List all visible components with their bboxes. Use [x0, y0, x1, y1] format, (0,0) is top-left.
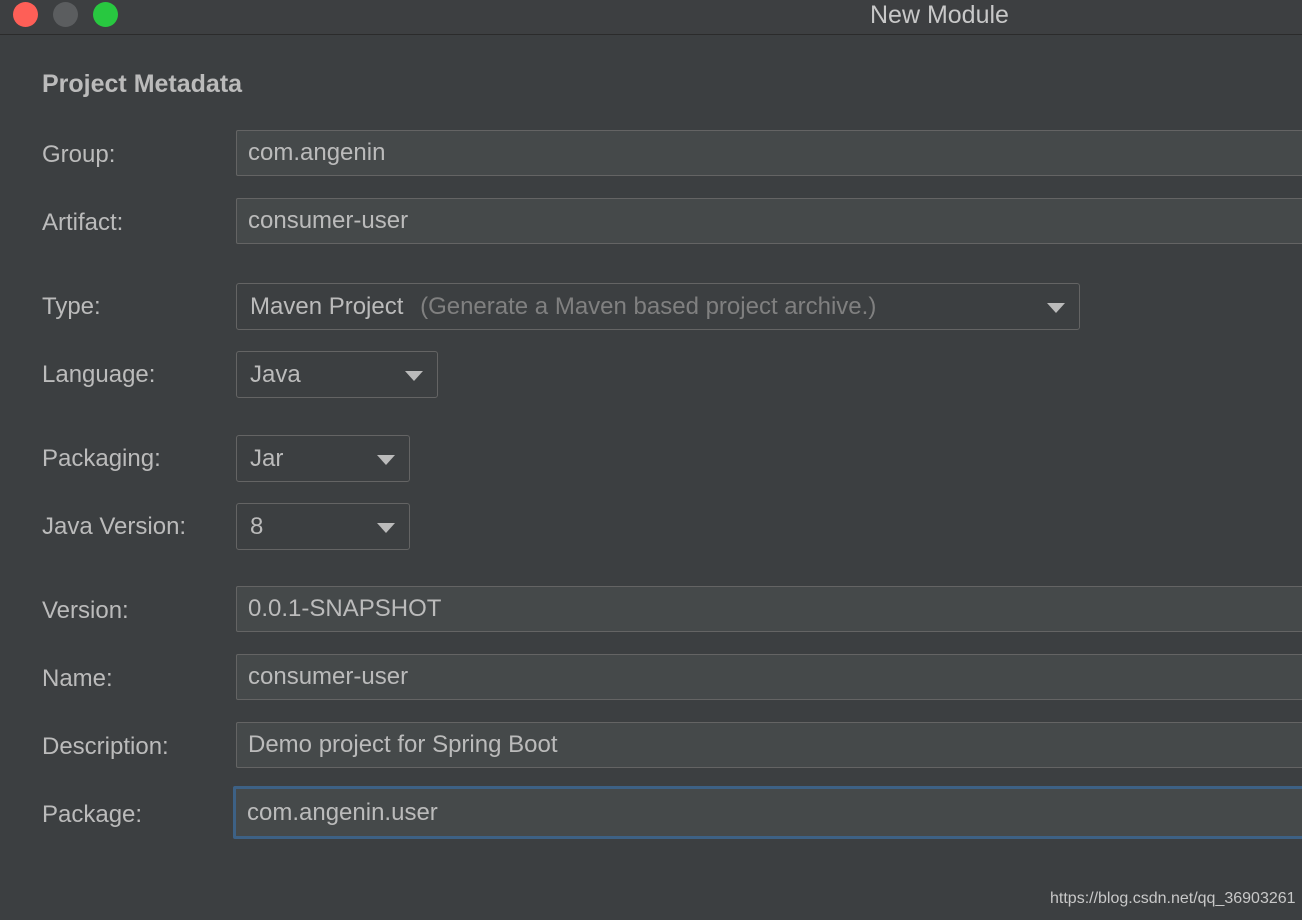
- chevron-down-icon: [377, 455, 395, 465]
- title-bar: New Module: [0, 0, 1302, 35]
- artifact-label: Artifact:: [42, 209, 124, 236]
- type-label: Type:: [42, 293, 101, 320]
- description-input[interactable]: [236, 722, 1302, 768]
- close-window-icon[interactable]: [13, 2, 38, 27]
- section-title: Project Metadata: [42, 70, 243, 98]
- new-module-dialog: New Module Project Metadata Group: Artif…: [0, 0, 1302, 920]
- type-dropdown-value: Maven Project: [250, 293, 404, 320]
- package-label: Package:: [42, 801, 143, 828]
- java-version-dropdown[interactable]: 8: [236, 503, 410, 550]
- minimize-window-icon[interactable]: [53, 2, 78, 27]
- version-label: Version:: [42, 597, 129, 624]
- language-dropdown[interactable]: Java: [236, 351, 438, 398]
- version-input[interactable]: [236, 586, 1302, 632]
- chevron-down-icon: [405, 371, 423, 381]
- java-version-label: Java Version:: [42, 513, 187, 540]
- chevron-down-icon: [377, 523, 395, 533]
- window-title: New Module: [870, 1, 1009, 29]
- group-input[interactable]: [236, 130, 1302, 176]
- language-label: Language:: [42, 361, 156, 388]
- watermark: https://blog.csdn.net/qq_36903261: [1050, 890, 1296, 907]
- package-input[interactable]: [233, 786, 1302, 839]
- maximize-window-icon[interactable]: [93, 2, 118, 27]
- type-dropdown-hint: (Generate a Maven based project archive.…: [420, 293, 877, 320]
- artifact-input[interactable]: [236, 198, 1302, 244]
- language-dropdown-value: Java: [250, 361, 301, 388]
- packaging-label: Packaging:: [42, 445, 161, 472]
- packaging-dropdown-value: Jar: [250, 445, 284, 472]
- description-label: Description:: [42, 733, 169, 760]
- group-label: Group:: [42, 141, 116, 168]
- type-dropdown[interactable]: Maven Project (Generate a Maven based pr…: [236, 283, 1080, 330]
- chevron-down-icon: [1047, 303, 1065, 313]
- java-version-dropdown-value: 8: [250, 513, 264, 540]
- packaging-dropdown[interactable]: Jar: [236, 435, 410, 482]
- name-input[interactable]: [236, 654, 1302, 700]
- name-label: Name:: [42, 665, 113, 692]
